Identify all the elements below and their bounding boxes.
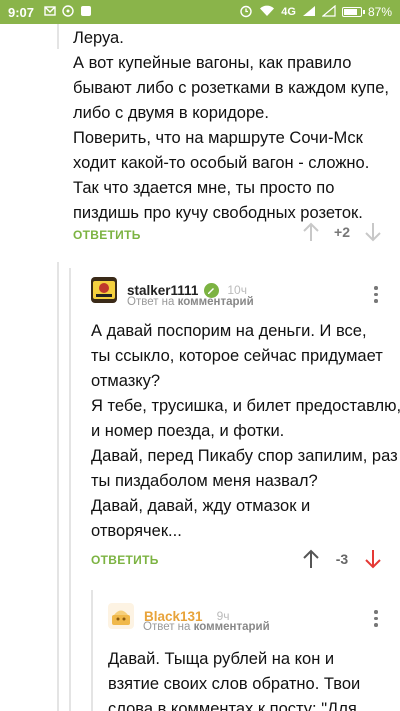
avatar[interactable] [108,603,134,629]
upvote-icon[interactable] [302,549,320,569]
comment3-menu-icon[interactable] [371,610,381,627]
comment2-line: отмазку? [91,372,161,390]
comment2-reply-button[interactable]: ОТВЕТИТЬ [91,553,159,567]
upvote-icon[interactable] [302,222,320,242]
status-bar: 9:07 4G 87% [0,0,400,24]
downvote-icon[interactable] [364,549,382,569]
avatar[interactable] [91,277,117,303]
comment1-line: Так что здается мне, ты просто по [73,179,335,197]
reply-target-link[interactable]: комментарий [178,296,254,308]
reply-prefix: Ответ на [127,296,175,308]
comment2-line: Давай, перед Пикабу спор запилим, раз [91,447,398,465]
comment1-line: Поверить, что на маршруте Сочи-Мск [73,129,363,147]
network-type: 4G [281,5,296,18]
status-time: 9:07 [8,4,35,20]
thread-line-level1b [57,262,59,711]
comment2-line: Давай, давай, жду отмазок и [91,497,311,515]
comment2-time: 10ч [227,283,247,297]
comment1-line: ходит какой-то особый вагон - сложно. [73,154,370,172]
comment3-line: слова в комментах к посту: "Для [108,700,357,711]
comment3-reply-to: Ответ на комментарий [143,621,270,633]
comment2-line: Я тебе, трусишка, и билет предоставлю, [91,397,400,415]
comment2-text: А давай поспорим на деньги. И все, ты сс… [91,319,400,544]
comment2-menu-icon[interactable] [371,286,381,303]
comment2-line: ты пиздаболом меня назвал? [91,472,318,490]
comment2-reply-to: Ответ на комментарий [127,296,254,308]
comment3-text: Давай. Тыща рублей на кон и взятие своих… [108,647,360,711]
thread-line-level1 [57,24,59,49]
reply-target-link[interactable]: комментарий [194,621,270,633]
comment1-line: А вот купейные вагоны, как правило [73,54,352,72]
notification-icon [44,5,56,19]
chat-icon [62,5,74,19]
downvote-icon[interactable] [364,222,382,242]
app-notification-icon [80,5,92,19]
comment1-text: Леруа. А вот купейные вагоны, как правил… [73,26,389,226]
comment1-line: либо с двумя в коридоре. [73,104,269,122]
comment3-line: Давай. Тыща рублей на кон и [108,650,335,668]
comment1-line: бывают либо с розетками в каждом купе, [73,79,389,97]
signal-icon [302,5,316,19]
comment3-line: взятие своих слов обратно. Твои [108,675,361,693]
comment1-line: Леруа. [73,29,124,47]
comment2-line: и номер поезда, и фотки. [91,422,285,440]
comment2-line: ты ссыкло, которое сейчас придумает [91,347,383,365]
alarm-icon [239,4,253,20]
battery-percent: 87% [367,5,392,19]
thread-line-level3 [91,590,93,711]
comment1-score: +2 [334,224,350,240]
comment1-reply-button[interactable]: ОТВЕТИТЬ [73,228,141,242]
wifi-icon [259,5,275,19]
comment2-line: А давай поспорим на деньги. И все, [91,322,367,340]
signal-2-icon [321,4,336,19]
comment2-line: отворячек... [91,522,182,540]
reply-prefix: Ответ на [143,621,191,633]
battery-icon [341,7,365,17]
thread-line-level2 [69,268,71,711]
comment2-score: -3 [335,551,349,567]
